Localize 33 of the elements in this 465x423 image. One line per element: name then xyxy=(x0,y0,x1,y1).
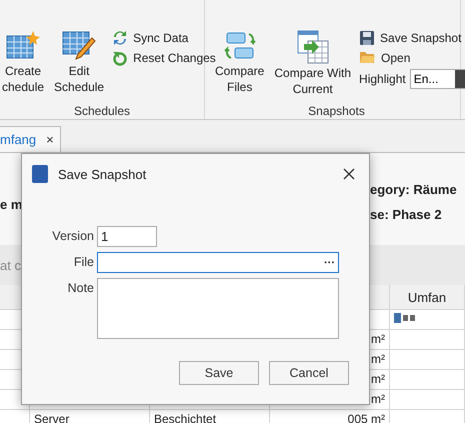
app-logo-icon xyxy=(32,165,48,183)
ribbon-button[interactable]: Edit Schedule xyxy=(52,26,106,98)
table-cell: 005 m² xyxy=(270,410,390,423)
note-field[interactable] xyxy=(97,278,339,339)
dialog-button[interactable]: Save xyxy=(179,361,259,385)
sync-icon xyxy=(112,30,128,46)
file-field[interactable]: ··· xyxy=(97,252,339,273)
folder-icon xyxy=(359,50,376,65)
ribbon-button[interactable]: Create chedule xyxy=(0,26,46,98)
field-label: Version xyxy=(51,228,95,243)
reset-icon xyxy=(112,50,128,66)
field-label: Note xyxy=(66,280,95,295)
dialog-button[interactable]: Cancel xyxy=(269,361,349,385)
compare-tables-icon xyxy=(296,30,330,64)
document-tab[interactable]: mfang × xyxy=(0,126,61,152)
table-cell: Beschichtet xyxy=(150,410,270,423)
group-label: Snapshots xyxy=(307,104,366,118)
filter-field[interactable]: at c xyxy=(0,258,60,272)
group-label: Schedules xyxy=(72,104,132,118)
table-cell: Server xyxy=(30,410,150,423)
version-field[interactable]: 1 xyxy=(97,226,157,247)
phase-text: se: Phase 2 xyxy=(370,207,443,222)
ribbon-button[interactable]: Reset Changes xyxy=(112,50,216,66)
ribbon-button[interactable]: Save Snapshot xyxy=(359,30,465,46)
dialog-title: Save Snapshot xyxy=(58,166,148,182)
category-text: egory: Räume xyxy=(370,182,458,197)
table-pencil-icon xyxy=(62,30,96,62)
field-label: File xyxy=(72,254,95,269)
highlight-label: Highlight xyxy=(359,72,406,86)
ribbon-button[interactable]: Sync Data xyxy=(112,30,216,46)
ribbon-button[interactable]: Open xyxy=(359,50,465,65)
highlight-dropdown[interactable]: En... xyxy=(410,69,465,89)
ribbon-button[interactable]: Compare With Current xyxy=(272,26,354,98)
